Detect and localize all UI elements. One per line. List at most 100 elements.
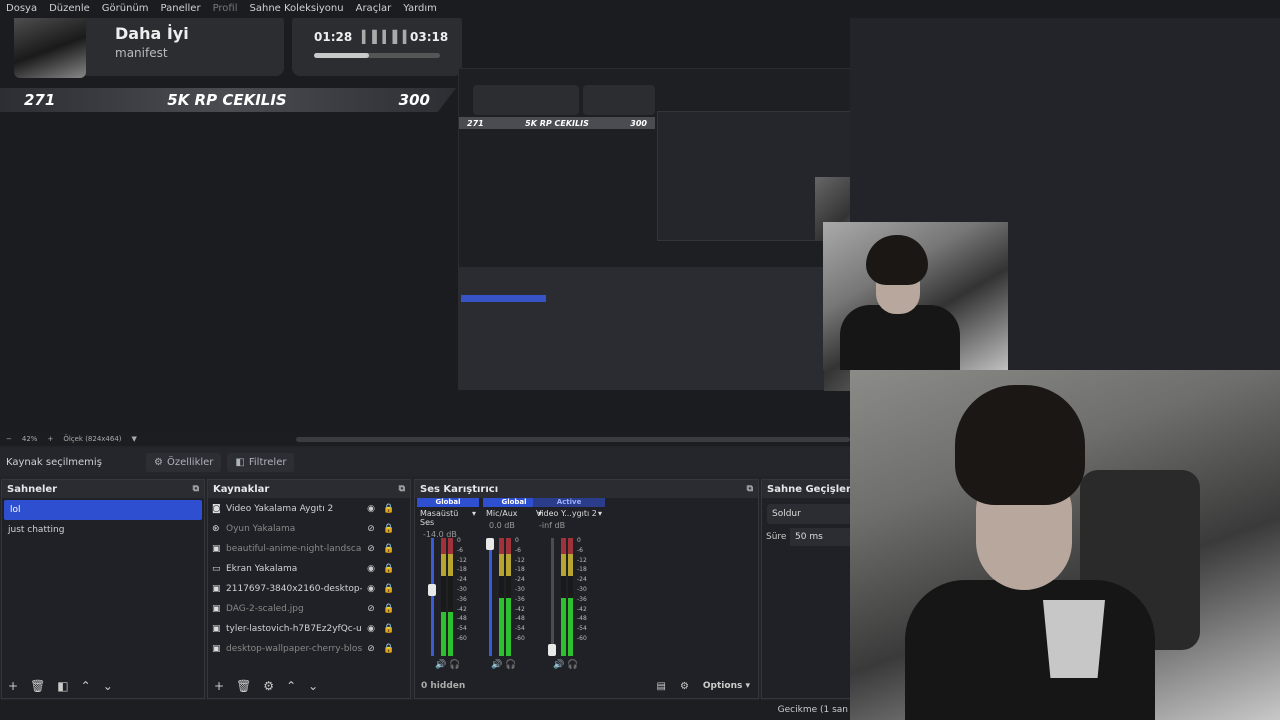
source-item[interactable]: ▣ tyler-lastovich-h7B7Ez2yfQc-unspl ◉ 🔒 <box>208 619 410 639</box>
eye-icon[interactable]: ◉ <box>362 584 380 594</box>
move-down-icon[interactable]: ⌄ <box>308 679 318 693</box>
menu-profile[interactable]: Profil <box>213 0 238 18</box>
lock-icon[interactable]: 🔒 <box>380 564 398 574</box>
eye-hidden-icon[interactable]: ⊘ <box>362 544 380 554</box>
db-tick: -60 <box>457 634 467 642</box>
properties-label: Özellikler <box>166 456 214 468</box>
giveaway-bar: 271 5K RP CEKILIS 300 <box>0 88 456 112</box>
lock-icon[interactable]: 🔒 <box>380 504 398 514</box>
image-icon: ▣ <box>212 624 221 634</box>
lock-icon[interactable]: 🔒 <box>380 544 398 554</box>
scale-dropdown-icon[interactable]: ▼ <box>132 435 137 443</box>
lock-icon[interactable]: 🔒 <box>380 524 398 534</box>
eye-icon[interactable]: ◉ <box>362 564 380 574</box>
filters-button[interactable]: ◧ Filtreler <box>227 452 295 472</box>
eye-hidden-icon[interactable]: ⊘ <box>362 644 380 654</box>
source-name: Ekran Yakalama <box>226 564 298 574</box>
lock-icon[interactable]: 🔒 <box>380 644 398 654</box>
source-item[interactable]: ◙ Video Yakalama Aygıtı 2 ◉ 🔒 <box>208 499 410 519</box>
source-item[interactable]: ▣ DAG-2-scaled.jpg ⊘ 🔒 <box>208 599 410 619</box>
options-button[interactable]: Options ▾ <box>703 681 750 691</box>
menu-file[interactable]: Dosya <box>6 0 37 18</box>
mixer-title: Ses Karıştırıcı <box>420 483 499 495</box>
source-item[interactable]: ▣ beautiful-anime-night-landscape-v ⊘ 🔒 <box>208 539 410 559</box>
volume-fader-handle[interactable] <box>486 538 494 550</box>
giveaway-right-count: 300 <box>398 91 430 109</box>
move-down-icon[interactable]: ⌄ <box>103 679 113 693</box>
webcam-small-person-hair <box>866 235 928 285</box>
trash-icon[interactable]: 🗑 <box>236 679 251 693</box>
lock-icon[interactable]: 🔒 <box>380 584 398 594</box>
zoom-out-button[interactable]: − <box>6 435 12 443</box>
db-tick: 0 <box>577 537 581 544</box>
eye-icon[interactable]: ◉ <box>362 504 380 514</box>
scene-item-just-chatting[interactable]: just chatting <box>2 520 204 540</box>
add-icon[interactable]: + <box>8 679 18 693</box>
db-tick: -12 <box>577 556 587 564</box>
undock-icon[interactable]: ⧉ <box>747 484 753 494</box>
db-tick: -54 <box>577 625 587 633</box>
source-item[interactable]: ⊛ Oyun Yakalama ⊘ 🔒 <box>208 519 410 539</box>
volume-fader-handle[interactable] <box>428 584 436 596</box>
move-up-icon[interactable]: ⌃ <box>81 679 91 693</box>
source-item[interactable]: ▣ desktop-wallpaper-cherry-blossom ⊘ 🔒 <box>208 639 410 659</box>
menu-tools[interactable]: Araçlar <box>356 0 392 18</box>
volume-fader-track[interactable] <box>551 538 554 656</box>
source-toolbar: Kaynak seçilmemiş ⚙ Özellikler ◧ Filtrel… <box>0 448 850 476</box>
db-tick: -60 <box>515 634 525 642</box>
meter-green <box>499 598 504 656</box>
filter-icon[interactable]: ◧ <box>57 679 68 693</box>
menu-help[interactable]: Yardım <box>403 0 437 18</box>
level-meter <box>448 538 453 656</box>
scene-item-lol[interactable]: lol <box>4 500 202 520</box>
undock-icon[interactable]: ⧉ <box>193 484 199 494</box>
preview-canvas[interactable]: Daha İyi manifest 01:28 ▍▌▍▌▍ 03:18 271 … <box>0 18 850 432</box>
obs-window: Dosya Düzenle Görünüm Paneller Profil Sa… <box>0 0 1280 720</box>
add-icon[interactable]: + <box>214 679 224 693</box>
zoom-in-button[interactable]: + <box>47 435 53 443</box>
delay-status: Gecikme (1 san <box>777 705 848 715</box>
source-item[interactable]: ▣ 2117697-3840x2160-desktop-4k-da ◉ 🔒 <box>208 579 410 599</box>
db-tick: -48 <box>577 615 587 623</box>
gear-icon[interactable]: ⚙ <box>263 679 274 693</box>
eye-icon[interactable]: ◉ <box>362 624 380 634</box>
lock-icon[interactable]: 🔒 <box>380 604 398 614</box>
speaker-icon[interactable]: 🔊 <box>553 660 564 670</box>
scene-list: lol just chatting <box>2 498 204 674</box>
menu-scene-collection[interactable]: Sahne Koleksiyonu <box>250 0 344 18</box>
source-name: 2117697-3840x2160-desktop-4k-da <box>226 584 362 594</box>
menu-edit[interactable]: Düzenle <box>49 0 90 18</box>
settings-icon[interactable]: ⚙ <box>680 681 689 692</box>
nested-playback <box>583 85 655 115</box>
menu-view[interactable]: Görünüm <box>102 0 149 18</box>
headphones-icon[interactable]: 🎧 <box>505 660 516 670</box>
dropdown-arrow-icon: ▾ <box>471 509 476 518</box>
channel-name-row[interactable]: Video Y...ygıtı 2 ▾ <box>533 509 605 518</box>
undock-icon[interactable]: ⧉ <box>399 484 405 494</box>
channel-name-row[interactable]: Masaüstü Ses ▾ <box>417 509 479 527</box>
preview-scrollbar[interactable] <box>296 437 850 442</box>
scenes-dock: Sahneler ⧉ lol just chatting + 🗑 ◧ ⌃ ⌄ <box>1 479 205 699</box>
headphones-icon[interactable]: 🎧 <box>449 660 460 670</box>
headphones-icon[interactable]: 🎧 <box>567 660 578 670</box>
transition-type-select[interactable]: Soldur <box>767 504 857 524</box>
volume-fader-handle[interactable] <box>548 644 556 656</box>
speaker-icon[interactable]: 🔊 <box>491 660 502 670</box>
trash-icon[interactable]: 🗑 <box>30 679 45 693</box>
lock-icon[interactable]: 🔒 <box>380 624 398 634</box>
volume-fader-track[interactable] <box>489 538 492 656</box>
meter-yellow <box>568 554 573 576</box>
source-item[interactable]: ▭ Ekran Yakalama ◉ 🔒 <box>208 559 410 579</box>
options-label: Options <box>702 681 743 691</box>
speaker-icon[interactable]: 🔊 <box>435 660 446 670</box>
menu-docks[interactable]: Paneller <box>161 0 201 18</box>
layout-icon[interactable]: ▤ <box>656 681 665 692</box>
properties-button[interactable]: ⚙ Özellikler <box>146 452 222 472</box>
eye-hidden-icon[interactable]: ⊘ <box>362 604 380 614</box>
db-tick: -12 <box>457 556 467 564</box>
db-tick: -6 <box>457 546 463 554</box>
eye-hidden-icon[interactable]: ⊘ <box>362 524 380 534</box>
mixer-channel-video: Active Video Y...ygıtı 2 ▾ -inf dB 0 -6 -12… <box>533 498 605 676</box>
volume-fader-track[interactable] <box>431 538 434 656</box>
move-up-icon[interactable]: ⌃ <box>286 679 296 693</box>
